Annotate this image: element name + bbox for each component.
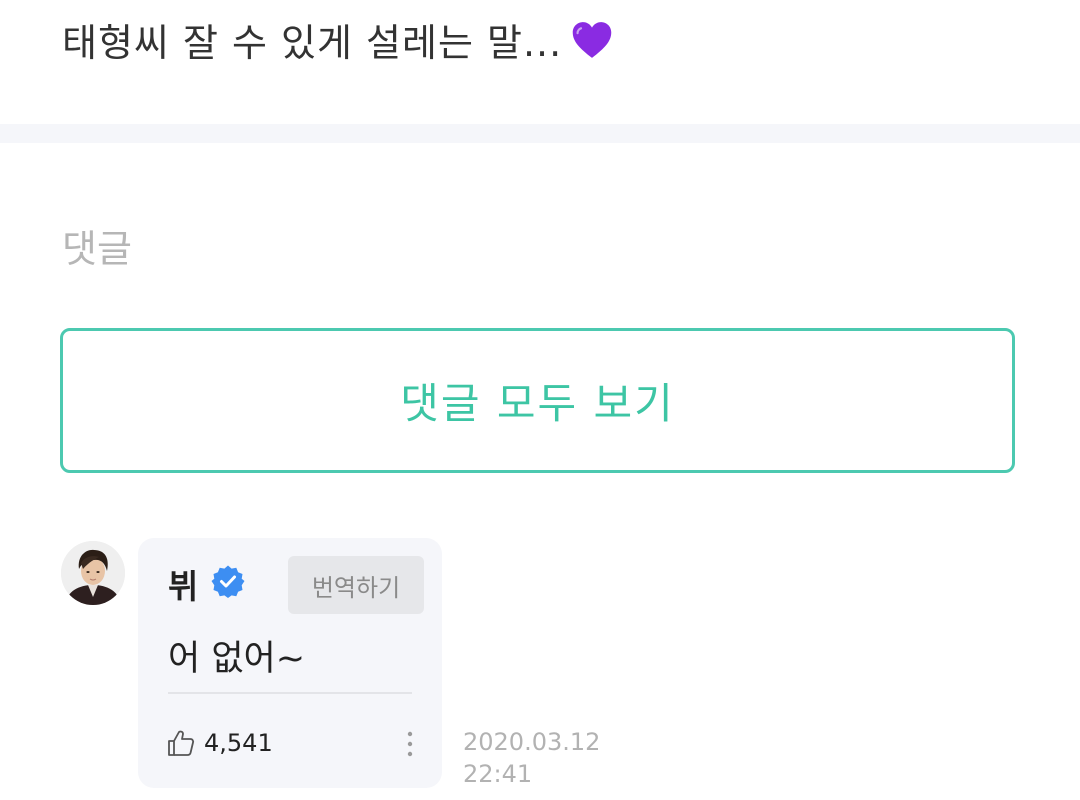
page: 태형씨 잘 수 있게 설레는 말... 댓글 댓글 모두 보기 뷔 번역하기 어: [0, 0, 1080, 800]
comment-timestamp: 2020.03.12 22:41: [463, 726, 600, 790]
view-all-comments-label: 댓글 모두 보기: [400, 379, 675, 428]
like-button[interactable]: 4,541: [166, 728, 273, 758]
avatar-image: [61, 541, 125, 605]
thumbs-up-icon: [168, 730, 195, 756]
comment-date: 2020.03.12: [463, 728, 601, 756]
comment-card: 뷔 번역하기 어 없어~ 4,541: [138, 538, 442, 788]
comment-divider: [168, 692, 412, 694]
post-text: 태형씨 잘 수 있게 설레는 말...: [62, 12, 614, 67]
avatar[interactable]: [61, 541, 125, 605]
comment-body: 어 없어~: [168, 639, 306, 679]
comment-author[interactable]: 뷔: [168, 560, 198, 608]
purple-heart-icon: [572, 22, 612, 58]
translate-button[interactable]: 번역하기: [288, 556, 424, 614]
post-text-content: 태형씨 잘 수 있게 설레는 말...: [62, 21, 563, 65]
comment-time: 22:41: [463, 760, 533, 788]
comments-heading: 댓글: [62, 227, 132, 271]
view-all-comments-button[interactable]: 댓글 모두 보기: [60, 328, 1015, 473]
verified-badge-icon: [211, 565, 245, 598]
more-vertical-icon[interactable]: [400, 728, 420, 760]
section-divider: [0, 124, 1080, 143]
like-count: 4,541: [204, 729, 273, 757]
